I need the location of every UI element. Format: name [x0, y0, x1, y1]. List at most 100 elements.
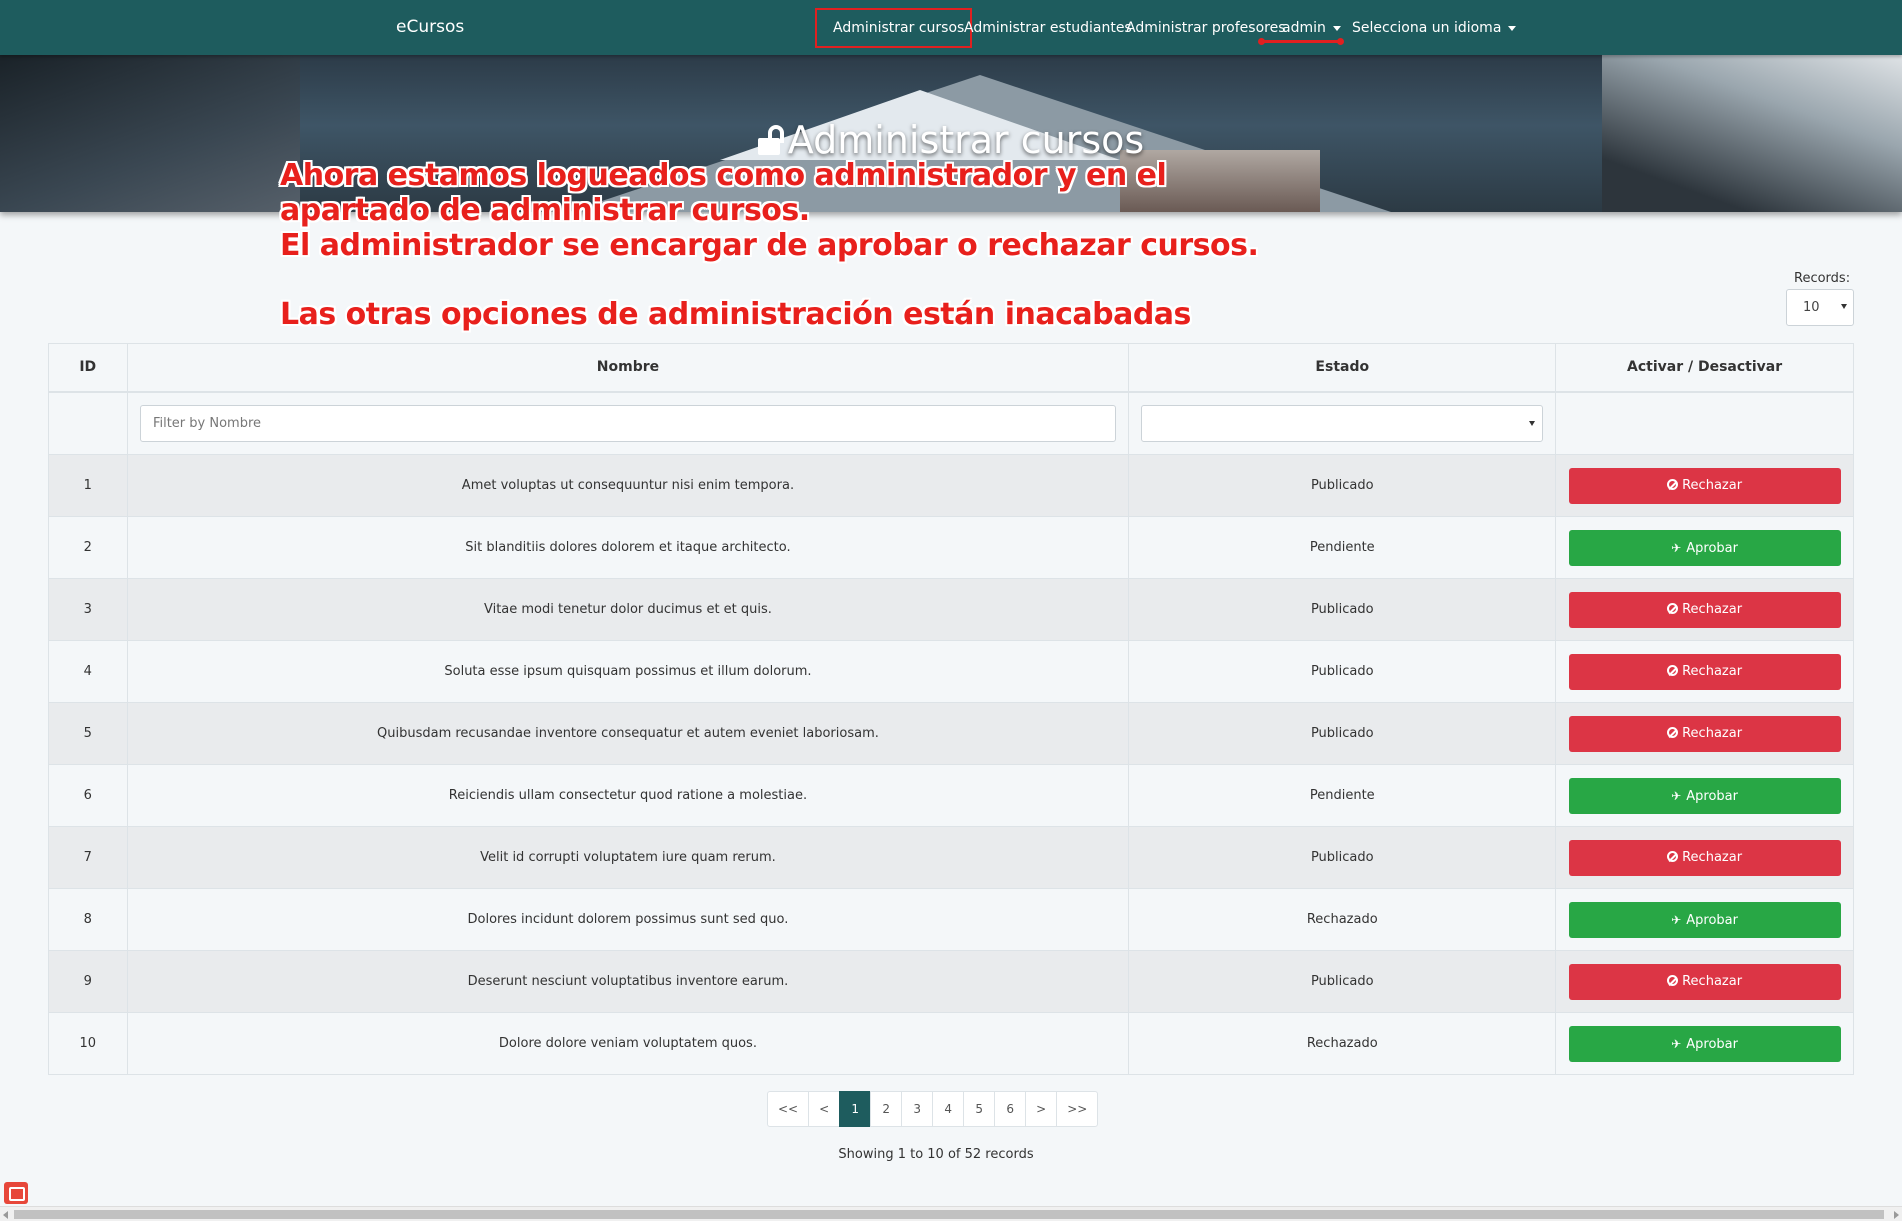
page-item[interactable]: 6	[994, 1091, 1027, 1127]
scroll-right-icon[interactable]	[1894, 1211, 1899, 1219]
rechazar-button[interactable]: Rechazar	[1568, 653, 1841, 690]
cell-estado: Publicado	[1128, 640, 1557, 703]
app-corner-icon[interactable]	[4, 1182, 28, 1204]
cell-nombre: Velit id corrupti voluptatem iure quam r…	[126, 826, 1130, 889]
brand-logo[interactable]: eCursos	[396, 17, 464, 37]
table-row: 7 Velit id corrupti voluptatem iure quam …	[48, 826, 1854, 889]
button-label: Aprobar	[1686, 1036, 1738, 1052]
records-select[interactable]: 10	[1786, 289, 1854, 326]
button-label: Rechazar	[1682, 725, 1743, 741]
column-header-nombre[interactable]: Nombre	[126, 343, 1130, 393]
cell-estado: Publicado	[1128, 826, 1557, 889]
column-header-activar: Activar / Desactivar	[1555, 343, 1854, 393]
rechazar-button[interactable]: Rechazar	[1568, 715, 1841, 752]
nav-language-dropdown[interactable]: Selecciona un idioma	[1352, 20, 1517, 36]
page-item[interactable]: 3	[901, 1091, 934, 1127]
horizontal-scrollbar[interactable]	[0, 1206, 1902, 1221]
page-item[interactable]: 1	[839, 1091, 872, 1127]
admin-label: admin	[1282, 20, 1326, 36]
ban-icon	[1667, 664, 1679, 676]
table-row: 2 Sit blanditiis dolores dolorem et itaqu…	[48, 516, 1854, 579]
cell-estado: Publicado	[1128, 702, 1557, 765]
annotation-line-3: El administrador se encargar de aprobar …	[280, 228, 1259, 263]
cell-nombre: Dolore dolore veniam voluptatem quos.	[126, 1012, 1130, 1075]
annotation-line-1: Ahora estamos logueados como administrad…	[280, 158, 1167, 193]
rechazar-button[interactable]: Rechazar	[1568, 963, 1841, 1000]
ban-icon	[1667, 726, 1679, 738]
button-label: Aprobar	[1686, 912, 1738, 928]
table-row: 6 Reiciendis ullam consectetur quod ratio…	[48, 764, 1854, 827]
button-label: Rechazar	[1682, 601, 1743, 617]
chevron-down-icon	[1508, 25, 1517, 31]
records-value: 10	[1803, 300, 1820, 315]
cell-action: Rechazar	[1555, 640, 1854, 703]
chevron-down-icon	[1529, 420, 1536, 426]
cell-action: ✈ Aprobar	[1555, 1012, 1854, 1075]
button-label: Rechazar	[1682, 849, 1743, 865]
cell-action: ✈ Aprobar	[1555, 888, 1854, 951]
cell-estado: Rechazado	[1128, 888, 1557, 951]
cell-action: ✈ Aprobar	[1555, 516, 1854, 579]
ban-icon	[1667, 478, 1679, 490]
cell-id: 7	[48, 826, 128, 889]
scrollbar-thumb[interactable]	[14, 1210, 1884, 1219]
chevron-down-icon	[1841, 304, 1847, 309]
records-summary: Showing 1 to 10 of 52 records	[838, 1147, 1034, 1162]
table-row: 1 Amet voluptas ut consequuntur nisi enim…	[48, 454, 1854, 517]
cell-action: Rechazar	[1555, 578, 1854, 641]
unlock-icon	[757, 125, 784, 155]
column-header-estado[interactable]: Estado	[1128, 343, 1557, 393]
page-item[interactable]: 4	[932, 1091, 965, 1127]
cell-action: ✈ Aprobar	[1555, 764, 1854, 827]
pagination: << <1 2 3 4 5 6 > >>	[767, 1091, 1099, 1127]
cell-id: 2	[48, 516, 128, 579]
rechazar-button[interactable]: Rechazar	[1568, 591, 1841, 628]
cell-nombre: Deserunt nesciunt voluptatibus inventore…	[126, 950, 1130, 1013]
scroll-left-icon[interactable]	[3, 1211, 8, 1219]
cell-id: 1	[48, 454, 128, 517]
annotation-underline	[1258, 38, 1344, 45]
button-label: Aprobar	[1686, 788, 1738, 804]
cell-id: 8	[48, 888, 128, 951]
rocket-icon: ✈	[1671, 540, 1682, 555]
filter-nombre-input[interactable]	[139, 404, 1116, 442]
page-item[interactable]: 5	[963, 1091, 996, 1127]
ban-icon	[1667, 602, 1679, 614]
button-label: Rechazar	[1682, 477, 1743, 493]
cell-estado: Publicado	[1128, 578, 1557, 641]
nav-administrar-estudiantes[interactable]: Administrar estudiantes	[964, 20, 1132, 36]
page-item[interactable]: <<	[767, 1091, 810, 1127]
nav-administrar-cursos[interactable]: Administrar cursos	[814, 8, 973, 48]
page-item[interactable]: >>	[1056, 1091, 1099, 1127]
rechazar-button[interactable]: Rechazar	[1568, 839, 1841, 876]
aprobar-button[interactable]: ✈ Aprobar	[1568, 529, 1841, 566]
button-label: Rechazar	[1682, 663, 1743, 679]
page-item[interactable]: <	[808, 1091, 841, 1127]
aprobar-button[interactable]: ✈ Aprobar	[1568, 1025, 1841, 1062]
button-label: Rechazar	[1682, 973, 1743, 989]
button-label: Aprobar	[1686, 540, 1738, 556]
nav-administrar-profesores[interactable]: Administrar profesores	[1126, 20, 1286, 36]
annotation-line-2: apartado de administrar cursos.	[280, 193, 810, 228]
cell-id: 4	[48, 640, 128, 703]
cell-nombre: Reiciendis ullam consectetur quod ration…	[126, 764, 1130, 827]
aprobar-button[interactable]: ✈ Aprobar	[1568, 901, 1841, 938]
filter-estado-select[interactable]	[1141, 404, 1544, 442]
nav-admin-dropdown[interactable]: admin	[1282, 20, 1341, 36]
cell-nombre: Quibusdam recusandae inventore consequat…	[126, 702, 1130, 765]
cell-action: Rechazar	[1555, 702, 1854, 765]
cell-id: 3	[48, 578, 128, 641]
table-row: 8 Dolores incidunt dolorem possimus sunt …	[48, 888, 1854, 951]
page-item[interactable]: >	[1025, 1091, 1058, 1127]
cell-estado: Rechazado	[1128, 1012, 1557, 1075]
column-header-id[interactable]: ID	[48, 343, 128, 393]
cell-action: Rechazar	[1555, 454, 1854, 517]
rechazar-button[interactable]: Rechazar	[1568, 467, 1841, 504]
aprobar-button[interactable]: ✈ Aprobar	[1568, 777, 1841, 814]
courses-table: ID Nombre Estado Activar / Desactivar 1A…	[48, 343, 1854, 1075]
cell-id: 5	[48, 702, 128, 765]
chevron-down-icon	[1332, 25, 1341, 31]
table-row: 3 Vitae modi tenetur dolor ducimus et et …	[48, 578, 1854, 641]
page-item[interactable]: 2	[870, 1091, 903, 1127]
cell-estado: Pendiente	[1128, 764, 1557, 827]
